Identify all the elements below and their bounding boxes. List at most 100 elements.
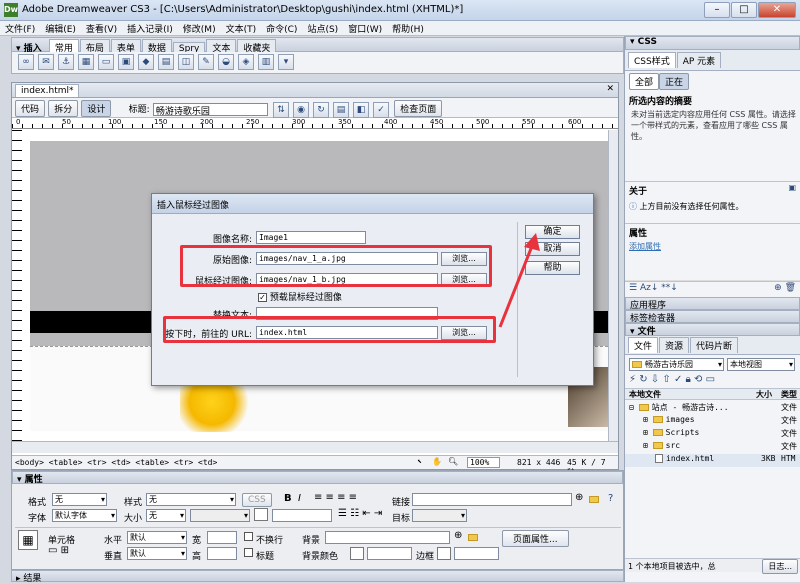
horz-select[interactable]: 默认 xyxy=(127,531,187,544)
css-button[interactable]: CSS xyxy=(242,493,272,507)
menu-help[interactable]: 帮助(H) xyxy=(387,21,429,36)
header-checkbox[interactable] xyxy=(244,548,253,557)
set-properties-icon[interactable]: **↓ xyxy=(661,283,678,293)
image-icon[interactable]: ▣ xyxy=(118,54,134,70)
bold-icon[interactable]: B xyxy=(284,493,292,504)
border-color-swatch[interactable] xyxy=(437,547,451,560)
menu-file[interactable]: 文件(F) xyxy=(0,21,40,36)
new-rule-icon[interactable]: ⊕ 🗑︎ xyxy=(774,283,796,293)
email-link-icon[interactable]: ✉ xyxy=(38,54,54,70)
tree-item-scripts[interactable]: ⊞ Scripts 文件 xyxy=(625,428,800,441)
tab-assets[interactable]: 资源 xyxy=(659,337,690,353)
help-icon[interactable]: ? xyxy=(608,493,613,504)
text-color-swatch[interactable] xyxy=(254,508,268,521)
view-options-icon[interactable]: ▤ xyxy=(333,102,350,118)
zoom-select[interactable]: 100% xyxy=(467,457,501,468)
comment-icon[interactable]: ✎ xyxy=(198,54,214,70)
css-panel-header[interactable]: ▾ CSS xyxy=(625,36,800,50)
link-input[interactable] xyxy=(412,493,572,506)
preview-browser-icon[interactable]: ◉ xyxy=(293,102,310,118)
head-icon[interactable]: ◒ xyxy=(218,54,234,70)
horizontal-scrollbar[interactable] xyxy=(12,441,618,453)
tree-item-images[interactable]: ⊞ images 文件 xyxy=(625,415,800,428)
check-in-icon[interactable]: 🔒︎ xyxy=(686,374,691,385)
validate-icon[interactable]: ✓ xyxy=(373,102,390,118)
close-button[interactable]: ✕ xyxy=(758,2,796,18)
tag-selector[interactable]: <body> <table> <tr> <td> <table> <tr> <t… xyxy=(15,458,217,467)
check-out-icon[interactable]: ✓ xyxy=(674,374,682,385)
text-color-input[interactable] xyxy=(272,509,332,522)
document-tab[interactable]: index.html* xyxy=(15,84,80,97)
check-page-button[interactable]: 检查页面 xyxy=(394,100,443,117)
tab-files[interactable]: 文件 xyxy=(628,337,659,353)
get-files-icon[interactable]: ⇩ xyxy=(651,374,659,385)
site-select[interactable]: 畅游古诗乐园 xyxy=(629,358,724,371)
height-input[interactable] xyxy=(207,547,237,560)
properties-header[interactable]: ▾ 属性 xyxy=(12,471,623,485)
files-panel-header[interactable]: ▾ 文件 xyxy=(625,323,800,337)
align-icons[interactable]: ≡ ≡ ≡ ≡ xyxy=(314,492,357,503)
size-select[interactable]: 无 xyxy=(146,509,186,522)
font-select[interactable]: 默认字体 xyxy=(52,509,117,522)
expand-icon[interactable]: ▭ xyxy=(706,374,715,385)
add-property-link[interactable]: 添加属性 xyxy=(625,241,800,281)
menu-site[interactable]: 站点(S) xyxy=(302,21,343,36)
preload-checkbox[interactable]: ✓ xyxy=(258,293,267,302)
script-icon[interactable]: ◈ xyxy=(238,54,254,70)
category-view-icon[interactable]: ☰ xyxy=(629,283,637,293)
target-select[interactable] xyxy=(412,509,467,522)
results-panel-header[interactable]: ▸ 结果 xyxy=(11,570,624,584)
format-select[interactable]: 无 xyxy=(52,493,107,506)
sync-icon[interactable]: ⟲ xyxy=(694,374,702,385)
title-input[interactable]: 畅游诗歌乐园 xyxy=(152,102,268,117)
image-name-input[interactable]: Image1 xyxy=(256,231,366,244)
bgcolor-swatch[interactable] xyxy=(350,547,364,560)
merge-split-icons[interactable]: ▭ ⊞ xyxy=(48,545,69,556)
browse-folder-icon[interactable] xyxy=(589,496,599,503)
tree-item-site[interactable]: ⊟ 站点 - 畅游古诗... 文件 xyxy=(625,402,800,415)
split-view-button[interactable]: 拆分 xyxy=(48,100,79,117)
page-properties-button[interactable]: 页面属性... xyxy=(502,530,569,547)
show-info-icon[interactable]: ▣ xyxy=(788,183,796,192)
code-view-button[interactable]: 代码 xyxy=(15,100,46,117)
refresh-files-icon[interactable]: ↻ xyxy=(639,374,647,385)
minimize-button[interactable]: – xyxy=(704,2,730,18)
application-panel-header[interactable]: 应用程序 xyxy=(625,297,800,311)
tab-css-styles[interactable]: CSS样式 xyxy=(628,52,676,68)
tab-ap-elements[interactable]: AP 元素 xyxy=(676,52,722,68)
menu-modify[interactable]: 修改(M) xyxy=(178,21,221,36)
hand-tool-icon[interactable]: ✋ xyxy=(432,457,442,466)
tree-item-index[interactable]: index.html 3KB HTM xyxy=(625,454,800,467)
bg-folder-icon[interactable] xyxy=(468,534,478,541)
bg-image-input[interactable] xyxy=(325,531,450,544)
window-size[interactable]: 821 x 446 xyxy=(517,458,560,467)
menu-text[interactable]: 文本(T) xyxy=(221,21,262,36)
point-to-file-icon[interactable]: ⊕ xyxy=(575,492,583,503)
design-view-button[interactable]: 设计 xyxy=(81,100,112,117)
all-mode-button[interactable]: 全部 xyxy=(629,73,660,90)
put-files-icon[interactable]: ⇧ xyxy=(662,374,670,385)
style-select[interactable]: 无 xyxy=(146,493,236,506)
select-tool-icon[interactable]: ⬉ xyxy=(417,457,422,466)
border-color-input[interactable] xyxy=(454,547,499,560)
connect-icon[interactable]: ⚡ xyxy=(629,374,636,385)
menu-insert[interactable]: 插入记录(I) xyxy=(122,21,178,36)
vertical-scrollbar[interactable] xyxy=(608,130,618,441)
media-icon[interactable]: ◆ xyxy=(138,54,154,70)
named-anchor-icon[interactable]: ⚓ xyxy=(58,54,74,70)
hyperlink-icon[interactable]: ∞ xyxy=(18,54,34,70)
tag-chooser-icon[interactable]: ▾ xyxy=(278,54,294,70)
menu-window[interactable]: 窗口(W) xyxy=(343,21,387,36)
italic-icon[interactable]: I xyxy=(298,493,301,504)
bg-point-icon[interactable]: ⊕ xyxy=(454,530,462,541)
az-view-icon[interactable]: Az↓ xyxy=(640,283,658,293)
menu-commands[interactable]: 命令(C) xyxy=(261,21,302,36)
size-unit-select[interactable] xyxy=(190,509,250,522)
log-button[interactable]: 日志... xyxy=(762,559,798,574)
zoom-tool-icon[interactable]: 🔍︎ xyxy=(448,457,458,466)
document-close-icon[interactable]: ✕ xyxy=(606,84,614,94)
tree-item-src[interactable]: ⊞ src 文件 xyxy=(625,441,800,454)
bgcolor-input[interactable] xyxy=(367,547,412,560)
maximize-button[interactable]: □ xyxy=(731,2,757,18)
nowrap-checkbox[interactable] xyxy=(244,532,253,541)
